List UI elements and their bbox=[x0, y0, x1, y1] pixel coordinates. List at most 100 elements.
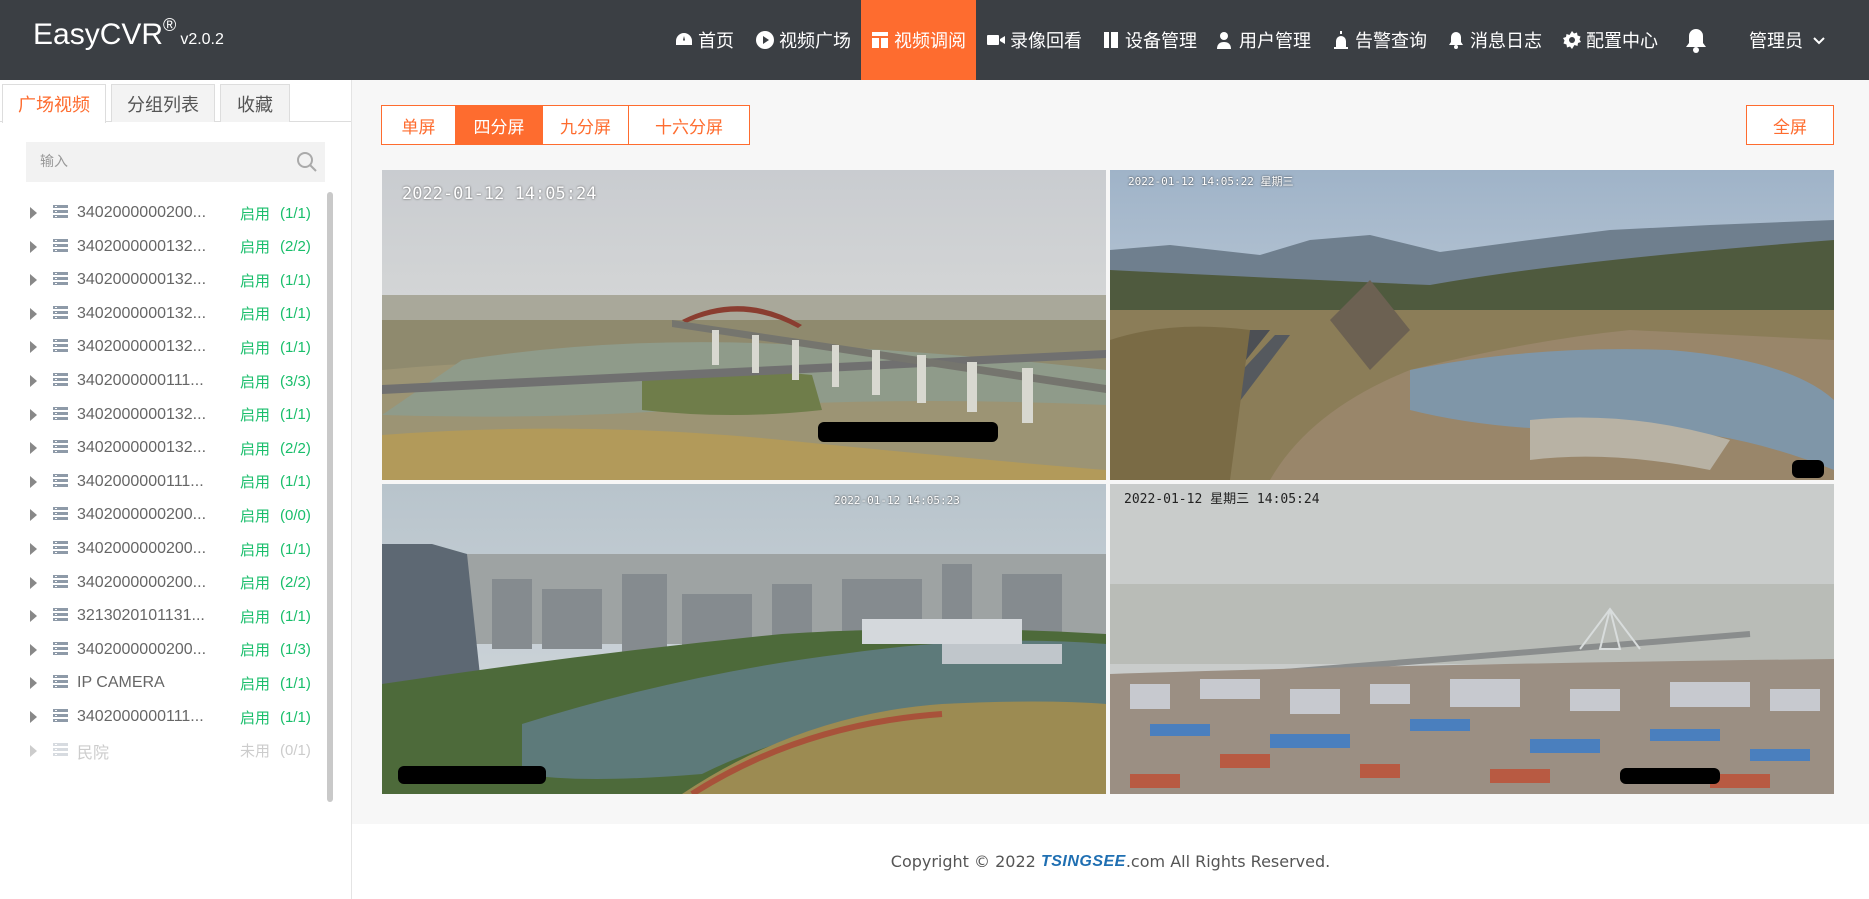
device-channel-count: (1/1) bbox=[280, 540, 311, 558]
device-id: 3402000000132... bbox=[77, 405, 207, 423]
tab-favorites[interactable]: 收藏 bbox=[220, 84, 290, 122]
expand-caret-icon[interactable] bbox=[30, 442, 37, 455]
expand-caret-icon[interactable] bbox=[30, 744, 37, 757]
expand-caret-icon[interactable] bbox=[30, 475, 37, 488]
split-sixteen-button[interactable]: 十六分屏 bbox=[628, 105, 750, 145]
nav-playback[interactable]: 录像回看 bbox=[986, 0, 1082, 80]
app-version: v2.0.2 bbox=[180, 31, 224, 48]
redaction-box bbox=[818, 422, 998, 442]
device-id: 3402000000132... bbox=[77, 439, 207, 457]
nav-alarm-query[interactable]: 告警查询 bbox=[1331, 0, 1427, 80]
expand-caret-icon[interactable] bbox=[30, 341, 37, 354]
footer: Copyright © 2022 TSINGSEE .com All Rights… bbox=[352, 824, 1869, 899]
button-label: 四分屏 bbox=[473, 117, 525, 138]
nav-label: 录像回看 bbox=[1010, 31, 1082, 52]
layout-icon bbox=[870, 30, 890, 50]
device-channel-count: (1/1) bbox=[280, 305, 311, 323]
video-frame-3 bbox=[382, 484, 1106, 794]
device-channel-count: (1/1) bbox=[280, 338, 311, 356]
copyright-suffix: .com All Rights Reserved. bbox=[1125, 852, 1331, 871]
device-id: 3402000000132... bbox=[77, 271, 207, 289]
expand-caret-icon[interactable] bbox=[30, 711, 37, 723]
sidebar-scrollbar[interactable] bbox=[327, 192, 333, 802]
video-player-4[interactable]: 2022-01-12 星期三 14:05:24 bbox=[1110, 484, 1834, 794]
nav-label: 视频广场 bbox=[779, 31, 851, 52]
device-server-icon bbox=[52, 305, 69, 322]
tab-label: 收藏 bbox=[237, 94, 273, 116]
device-channel-count: (2/2) bbox=[280, 238, 311, 256]
video-timestamp: 2022-01-12 14:05:23 bbox=[834, 494, 960, 507]
device-channel-count: (1/1) bbox=[280, 271, 311, 289]
split-nine-button[interactable]: 九分屏 bbox=[542, 105, 629, 145]
expand-caret-icon[interactable] bbox=[30, 610, 37, 623]
nav-video-square[interactable]: 视频广场 bbox=[755, 0, 851, 80]
search-input[interactable] bbox=[26, 142, 286, 182]
device-server-icon bbox=[52, 204, 69, 221]
video-player-3[interactable]: 2022-01-12 14:05:23 bbox=[382, 484, 1106, 794]
device-channel-count: (2/2) bbox=[280, 439, 311, 457]
device-status: 启用 bbox=[240, 338, 271, 357]
device-server-icon bbox=[52, 641, 69, 658]
nav-video-view[interactable]: 视频调阅 bbox=[861, 0, 976, 80]
device-server-icon bbox=[52, 540, 69, 557]
redaction-box bbox=[398, 766, 546, 784]
nav-home[interactable]: 首页 bbox=[674, 0, 734, 80]
device-id: 3402000000132... bbox=[77, 338, 207, 356]
nav-user-management[interactable]: 用户管理 bbox=[1215, 0, 1311, 80]
video-player-1[interactable]: 2022-01-12 14:05:24 bbox=[382, 170, 1106, 480]
tab-square-video[interactable]: 广场视频 bbox=[2, 84, 106, 123]
expand-caret-icon[interactable] bbox=[30, 240, 37, 253]
device-server-icon bbox=[52, 506, 69, 523]
nav-device-management[interactable]: 设备管理 bbox=[1101, 0, 1197, 80]
video-player-2[interactable]: 2022-01-12 14:05:22 星期三 bbox=[1110, 170, 1834, 480]
brand-name: EasyCVR bbox=[33, 18, 164, 51]
device-status: 启用 bbox=[240, 607, 271, 626]
device-channel-count: (1/1) bbox=[280, 708, 311, 726]
nav-message-log[interactable]: 消息日志 bbox=[1446, 0, 1542, 80]
search-icon[interactable] bbox=[295, 150, 319, 174]
device-status: 启用 bbox=[240, 238, 271, 257]
logo-text: TSINGSEE bbox=[1040, 852, 1126, 870]
device-server-icon bbox=[52, 439, 69, 456]
redaction-box bbox=[1792, 460, 1824, 478]
split-single-button[interactable]: 单屏 bbox=[381, 105, 456, 145]
gear-icon bbox=[1562, 30, 1582, 50]
nav-label: 配置中心 bbox=[1586, 31, 1658, 52]
split-quad-button[interactable]: 四分屏 bbox=[455, 105, 543, 145]
device-status: 启用 bbox=[240, 506, 271, 525]
fullscreen-button[interactable]: 全屏 bbox=[1746, 105, 1834, 145]
device-status: 启用 bbox=[240, 406, 271, 425]
device-server-icon bbox=[52, 406, 69, 423]
expand-caret-icon[interactable] bbox=[30, 509, 37, 522]
expand-caret-icon[interactable] bbox=[30, 274, 37, 287]
nav-config-center[interactable]: 配置中心 bbox=[1562, 0, 1658, 80]
device-id: 3402000000111... bbox=[77, 372, 204, 389]
expand-caret-icon[interactable] bbox=[30, 207, 37, 219]
device-server-icon bbox=[52, 574, 69, 591]
nav-label: 消息日志 bbox=[1470, 31, 1542, 52]
device-status: 启用 bbox=[240, 271, 271, 290]
device-id: 民院 bbox=[77, 744, 110, 762]
expand-caret-icon[interactable] bbox=[30, 307, 37, 320]
device-id: IP CAMERA bbox=[77, 674, 165, 692]
expand-caret-icon[interactable] bbox=[30, 375, 37, 387]
device-tree-item[interactable]: 民院 未用 (0/1) bbox=[0, 731, 330, 771]
video-grid: 2022-01-12 14:05:24 2022-01-12 14:05:22 … bbox=[382, 170, 1834, 876]
expand-caret-icon[interactable] bbox=[30, 643, 37, 656]
registered-mark: ® bbox=[163, 15, 177, 35]
device-status: 启用 bbox=[240, 641, 271, 660]
device-server-icon bbox=[52, 674, 69, 691]
tsingsee-logo[interactable]: TSINGSEE bbox=[1041, 853, 1126, 871]
tab-group-list[interactable]: 分组列表 bbox=[111, 84, 215, 122]
user-name: 管理员 bbox=[1749, 31, 1803, 52]
expand-caret-icon[interactable] bbox=[30, 543, 37, 555]
expand-caret-icon[interactable] bbox=[30, 677, 37, 690]
expand-caret-icon[interactable] bbox=[30, 576, 37, 589]
app-logo[interactable]: EasyCVR®v2.0.2 bbox=[33, 15, 224, 52]
notification-bell-icon[interactable] bbox=[1682, 26, 1710, 54]
user-menu[interactable]: 管理员 bbox=[1749, 0, 1827, 80]
device-status: 启用 bbox=[240, 674, 271, 693]
device-status: 启用 bbox=[240, 204, 271, 223]
expand-caret-icon[interactable] bbox=[30, 408, 37, 421]
device-channel-count: (1/1) bbox=[280, 607, 311, 625]
